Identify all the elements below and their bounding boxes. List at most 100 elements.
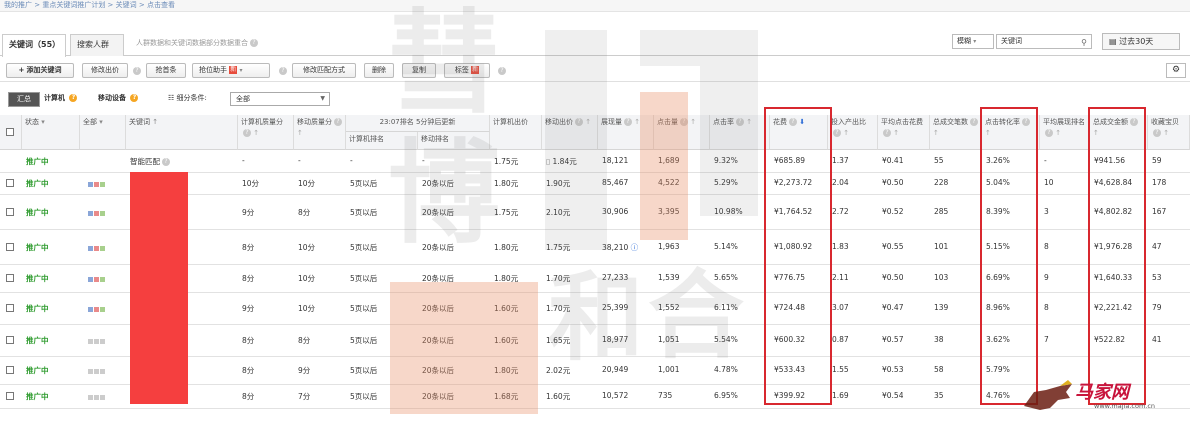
column-header-cvr[interactable]: 点击转化率? ↑ <box>982 115 1040 150</box>
search-icon[interactable]: ⚲ <box>1081 36 1087 49</box>
status-text[interactable]: 推广中 <box>26 242 49 253</box>
mobile-toggle[interactable]: 移动设备 ? <box>98 92 158 107</box>
cell-pc-bid[interactable]: 1.80元 <box>494 242 518 253</box>
column-header-mobile-bid[interactable]: 移动出价? ↑ <box>542 115 598 150</box>
sort-icon[interactable]: ↑ <box>933 129 939 137</box>
help-icon[interactable]: ? <box>833 129 841 137</box>
sort-icon[interactable]: ↑ <box>632 118 640 126</box>
help-icon[interactable]: ? <box>250 39 258 47</box>
cell-pc-bid[interactable]: 1.80元 <box>494 178 518 189</box>
column-header-all[interactable]: 全部 ▾ <box>80 115 126 150</box>
grab-helper-button[interactable]: 抢位助手 新 ▾ <box>192 63 270 78</box>
cell-mobile-bid[interactable]: 2.10元 <box>546 207 570 218</box>
help-icon[interactable]: ? <box>883 129 891 137</box>
status-text[interactable]: 推广中 <box>26 273 49 284</box>
cell-pc-bid[interactable]: 1.80元 <box>494 365 518 376</box>
column-header-clicks[interactable]: 点击量? ↑ <box>654 115 710 150</box>
row-checkbox[interactable] <box>6 179 14 187</box>
help-icon[interactable]: ? <box>133 67 141 75</box>
help-icon[interactable]: ? <box>624 118 632 126</box>
sort-icon[interactable]: ↑ <box>1053 129 1061 137</box>
copy-button[interactable]: 复制 <box>402 63 436 78</box>
help-icon[interactable]: ? <box>1022 118 1030 126</box>
cell-mobile-bid[interactable]: 1.65元 <box>546 335 570 346</box>
sort-icon[interactable]: ↑ <box>985 129 991 137</box>
cell-pc-bid[interactable]: 1.75元 <box>494 207 518 218</box>
column-header-revenue[interactable]: 总成交金额? ↑ <box>1090 115 1148 150</box>
info-circle-icon[interactable]: ⓘ <box>628 243 639 252</box>
sort-icon[interactable]: ↑ <box>297 129 303 137</box>
keyword-text[interactable]: 智能匹配? <box>130 156 170 167</box>
column-header-avg-rank[interactable]: 平均展现排名? ↑ <box>1040 115 1090 150</box>
column-header-ctr[interactable]: 点击率? ↑ <box>710 115 770 150</box>
row-checkbox[interactable] <box>6 242 14 251</box>
match-type-select[interactable]: 模糊 ▾ <box>952 34 994 49</box>
cell-mobile-bid[interactable]: 2.02元 <box>546 365 570 376</box>
help-icon[interactable]: ? <box>1153 129 1161 137</box>
help-icon[interactable]: ? <box>498 67 506 75</box>
column-header-mobile-rank[interactable]: 移动排名 <box>418 132 490 150</box>
settings-gear-icon[interactable]: ⚙ <box>1166 63 1186 78</box>
tag-button[interactable]: 标签 新 <box>444 63 490 78</box>
sort-icon[interactable]: ↑ <box>891 129 899 137</box>
help-icon[interactable]: ? <box>789 118 797 126</box>
sort-desc-icon[interactable]: ⬇ <box>797 118 805 126</box>
summary-toggle[interactable]: 汇总 <box>8 92 40 107</box>
cell-mobile-bid[interactable]: 1.75元 <box>546 242 570 253</box>
edit-match-button[interactable]: 修改匹配方式 <box>292 63 356 78</box>
sort-icon[interactable]: ↑ <box>688 118 696 126</box>
cell-pc-bid[interactable]: 1.75元 <box>494 156 518 167</box>
row-checkbox[interactable] <box>6 392 14 400</box>
breadcrumb[interactable]: 我的推广 > 重点关键词推广计划 > 关键词 > 点击查看 <box>0 0 1190 12</box>
sort-icon[interactable]: ↑ <box>1093 129 1099 137</box>
help-icon[interactable]: ? <box>970 118 978 126</box>
row-checkbox[interactable] <box>6 366 14 374</box>
help-icon[interactable]: ? <box>243 129 251 137</box>
status-text[interactable]: 推广中 <box>26 365 49 376</box>
column-header-pc-bid[interactable]: 计算机出价 <box>490 115 542 150</box>
help-icon[interactable]: ? <box>162 158 170 166</box>
help-icon[interactable]: ? <box>1045 129 1053 137</box>
row-checkbox[interactable] <box>6 336 14 344</box>
segment-select[interactable]: 全部 ▼ <box>230 92 330 106</box>
row-checkbox[interactable] <box>6 304 14 312</box>
sort-icon[interactable]: ↑ <box>150 118 158 126</box>
cell-mobile-bid[interactable]: 1.70元 <box>546 273 570 284</box>
column-header-avg-cpc[interactable]: 平均点击花费? ↑ <box>878 115 930 150</box>
column-header-mobile-quality[interactable]: 移动质量分? ↑ <box>294 115 346 150</box>
column-header-cost[interactable]: 花费? ⬇ <box>770 115 828 150</box>
sort-icon[interactable]: ↑ <box>841 129 849 137</box>
sort-icon[interactable]: ↑ <box>1161 129 1169 137</box>
cell-mobile-bid[interactable]: 1.90元 <box>546 178 570 189</box>
computer-toggle[interactable]: 计算机 ? <box>44 92 94 107</box>
sort-icon[interactable]: ↑ <box>583 118 591 126</box>
select-all-checkbox[interactable] <box>6 128 14 136</box>
keyword-label[interactable]: 智能匹配 <box>130 157 160 166</box>
tab-search-crowd[interactable]: 搜索人群 <box>70 34 124 56</box>
cell-mobile-bid[interactable]: ▯ 1.84元 <box>546 156 577 167</box>
status-text[interactable]: 推广中 <box>26 156 49 167</box>
column-header-transactions[interactable]: 总成交笔数? ↑ <box>930 115 982 150</box>
cell-pc-bid[interactable]: 1.80元 <box>494 273 518 284</box>
status-text[interactable]: 推广中 <box>26 207 49 218</box>
chevron-down-icon[interactable]: ▾ <box>97 118 103 126</box>
column-header-roi[interactable]: 投入产出比? ↑ <box>828 115 878 150</box>
cell-pc-bid[interactable]: 1.60元 <box>494 303 518 314</box>
help-icon[interactable]: ? <box>279 67 287 75</box>
delete-button[interactable]: 删除 <box>364 63 394 78</box>
chevron-down-icon[interactable]: ▾ <box>39 118 45 126</box>
status-text[interactable]: 推广中 <box>26 178 49 189</box>
tab-keywords[interactable]: 关键词（55） <box>2 34 66 57</box>
search-input[interactable]: 关键词 ⚲ <box>996 34 1092 49</box>
column-header-pc-rank[interactable]: 计算机排名 <box>346 132 418 150</box>
edit-bid-button[interactable]: 修改出价 <box>82 63 128 78</box>
help-icon[interactable]: ? <box>680 118 688 126</box>
mobile-bid-value[interactable]: 1.84元 <box>553 157 577 166</box>
cell-mobile-bid[interactable]: 1.60元 <box>546 391 570 402</box>
cell-mobile-bid[interactable]: 1.70元 <box>546 303 570 314</box>
help-icon[interactable]: ? <box>736 118 744 126</box>
row-checkbox[interactable] <box>6 207 14 216</box>
column-header-pc-quality[interactable]: 计算机质量分? ↑ <box>238 115 294 150</box>
sort-icon[interactable]: ↑ <box>251 129 259 137</box>
status-text[interactable]: 推广中 <box>26 303 49 314</box>
